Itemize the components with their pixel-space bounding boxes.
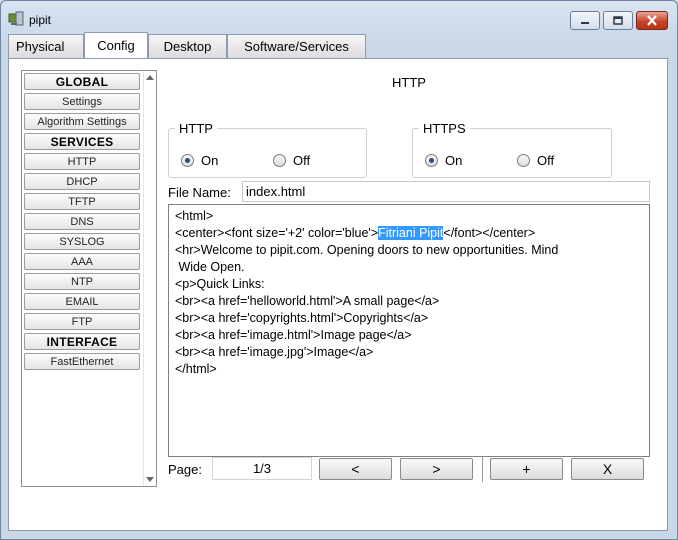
html-editor[interactable]: <html> <center><font size='+2' color='bl…: [168, 204, 650, 457]
editor-line: <br><a href='image.jpg'>Image</a>: [175, 345, 374, 359]
editor-line: <hr>Welcome to pipit.com. Opening doors …: [175, 243, 559, 257]
delete-page-button[interactable]: X: [571, 458, 644, 480]
sidebar-item-ftp[interactable]: FTP: [24, 313, 140, 330]
https-groupbox: HTTPS On Off: [412, 121, 612, 178]
page-indicator: 1/3: [212, 457, 312, 480]
sidebar-item-fastethernet[interactable]: FastEthernet: [24, 353, 140, 370]
scroll-down-icon[interactable]: [146, 477, 154, 482]
sidebar-header-global: GLOBAL: [24, 73, 140, 90]
sidebar-item-email[interactable]: EMAIL: [24, 293, 140, 310]
config-panel: GLOBAL Settings Algorithm Settings SERVI…: [8, 58, 668, 531]
tab-config[interactable]: Config: [84, 32, 148, 58]
radio-selected-dot: [429, 158, 434, 163]
http-groupbox: HTTP On Off: [168, 121, 367, 178]
https-off-radio[interactable]: [517, 154, 530, 167]
editor-line: <br><a href='helloworld.html'>A small pa…: [175, 294, 440, 308]
http-off-option[interactable]: Off: [273, 153, 310, 168]
sidebar-header-services: SERVICES: [24, 133, 140, 150]
editor-line: <center><font size='+2' color='blue'>Fit…: [175, 225, 643, 242]
minimize-button[interactable]: [570, 11, 600, 30]
https-off-label: Off: [537, 153, 555, 168]
next-page-button[interactable]: >: [400, 458, 473, 480]
file-name-input[interactable]: [242, 181, 650, 202]
https-group-legend: HTTPS: [419, 121, 470, 136]
sidebar-item-dns[interactable]: DNS: [24, 213, 140, 230]
maximize-icon: [613, 15, 623, 25]
section-heading: HTTP: [392, 75, 426, 90]
pager-separator: [482, 456, 483, 482]
http-group-legend: HTTP: [175, 121, 217, 136]
editor-line: Wide Open.: [175, 260, 245, 274]
sidebar-item-syslog[interactable]: SYSLOG: [24, 233, 140, 250]
sidebar-item-settings[interactable]: Settings: [24, 93, 140, 110]
https-on-label: On: [445, 153, 463, 168]
radio-selected-dot: [185, 158, 190, 163]
sidebar-item-dhcp[interactable]: DHCP: [24, 173, 140, 190]
selected-text: Fitriani Pipit: [378, 226, 444, 240]
https-off-option[interactable]: Off: [517, 153, 554, 168]
http-off-label: Off: [293, 153, 311, 168]
page-label: Page:: [168, 462, 202, 477]
minimize-icon: [581, 21, 589, 24]
sidebar-scrollbar[interactable]: [143, 71, 156, 486]
editor-line: </html>: [175, 362, 217, 376]
http-on-label: On: [201, 153, 219, 168]
tab-physical[interactable]: Physical: [8, 34, 84, 58]
file-name-label: File Name:: [168, 185, 231, 200]
editor-line: <html>: [175, 209, 214, 223]
close-icon: [647, 15, 657, 26]
editor-line: <br><a href='copyrights.html'>Copyrights…: [175, 311, 429, 325]
window-title: pipit: [29, 13, 52, 27]
editor-text: <center><font size='+2' color='blue'>: [175, 226, 379, 240]
config-sidebar: GLOBAL Settings Algorithm Settings SERVI…: [21, 70, 157, 487]
http-on-option[interactable]: On: [181, 153, 218, 168]
http-off-radio[interactable]: [273, 154, 286, 167]
previous-page-button[interactable]: <: [319, 458, 392, 480]
maximize-button[interactable]: [603, 11, 633, 30]
pc-app-icon: [8, 11, 24, 26]
title-bar[interactable]: pipit: [1, 1, 677, 33]
app-window: pipit Physical Config Desktop Software/S…: [0, 0, 678, 540]
tab-software-services[interactable]: Software/Services: [227, 34, 366, 58]
sidebar-item-ntp[interactable]: NTP: [24, 273, 140, 290]
https-on-option[interactable]: On: [425, 153, 462, 168]
sidebar-item-aaa[interactable]: AAA: [24, 253, 140, 270]
editor-line: <p>Quick Links:: [175, 277, 265, 291]
scroll-up-icon[interactable]: [146, 75, 154, 80]
add-page-button[interactable]: +: [490, 458, 563, 480]
editor-text: </font></center>: [443, 226, 536, 240]
tab-desktop[interactable]: Desktop: [148, 34, 227, 58]
sidebar-item-algorithm-settings[interactable]: Algorithm Settings: [24, 113, 140, 130]
editor-line: <br><a href='image.html'>Image page</a>: [175, 328, 412, 342]
https-on-radio[interactable]: [425, 154, 438, 167]
sidebar-header-interface: INTERFACE: [24, 333, 140, 350]
http-on-radio[interactable]: [181, 154, 194, 167]
sidebar-item-tftp[interactable]: TFTP: [24, 193, 140, 210]
close-button[interactable]: [636, 11, 668, 30]
sidebar-item-http[interactable]: HTTP: [24, 153, 140, 170]
